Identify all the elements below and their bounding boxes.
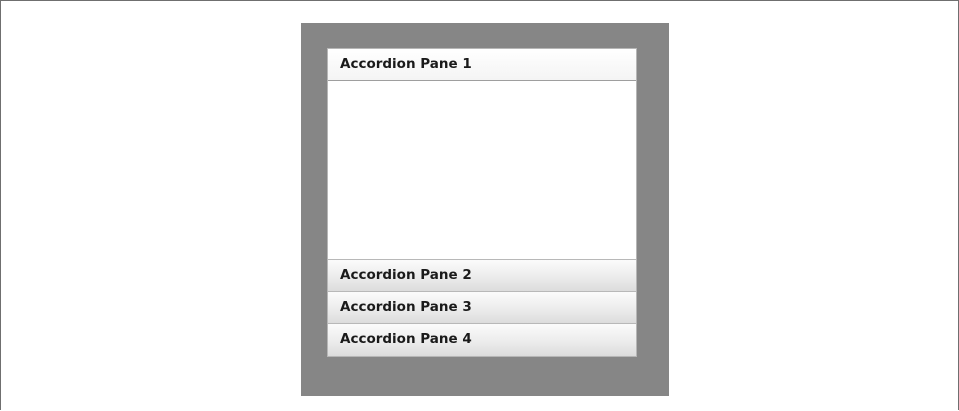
accordion-pane-1-header[interactable]: Accordion Pane 1 xyxy=(328,49,636,81)
accordion: Accordion Pane 1 Accordion Pane 2 Accord… xyxy=(327,48,637,357)
accordion-pane-3-header[interactable]: Accordion Pane 3 xyxy=(328,292,636,324)
accordion-pane-2-header[interactable]: Accordion Pane 2 xyxy=(328,260,636,292)
accordion-pane-4-header[interactable]: Accordion Pane 4 xyxy=(328,324,636,356)
accordion-container: Accordion Pane 1 Accordion Pane 2 Accord… xyxy=(301,23,669,396)
page-frame: Accordion Pane 1 Accordion Pane 2 Accord… xyxy=(0,0,959,410)
accordion-pane-1-content xyxy=(328,81,636,260)
